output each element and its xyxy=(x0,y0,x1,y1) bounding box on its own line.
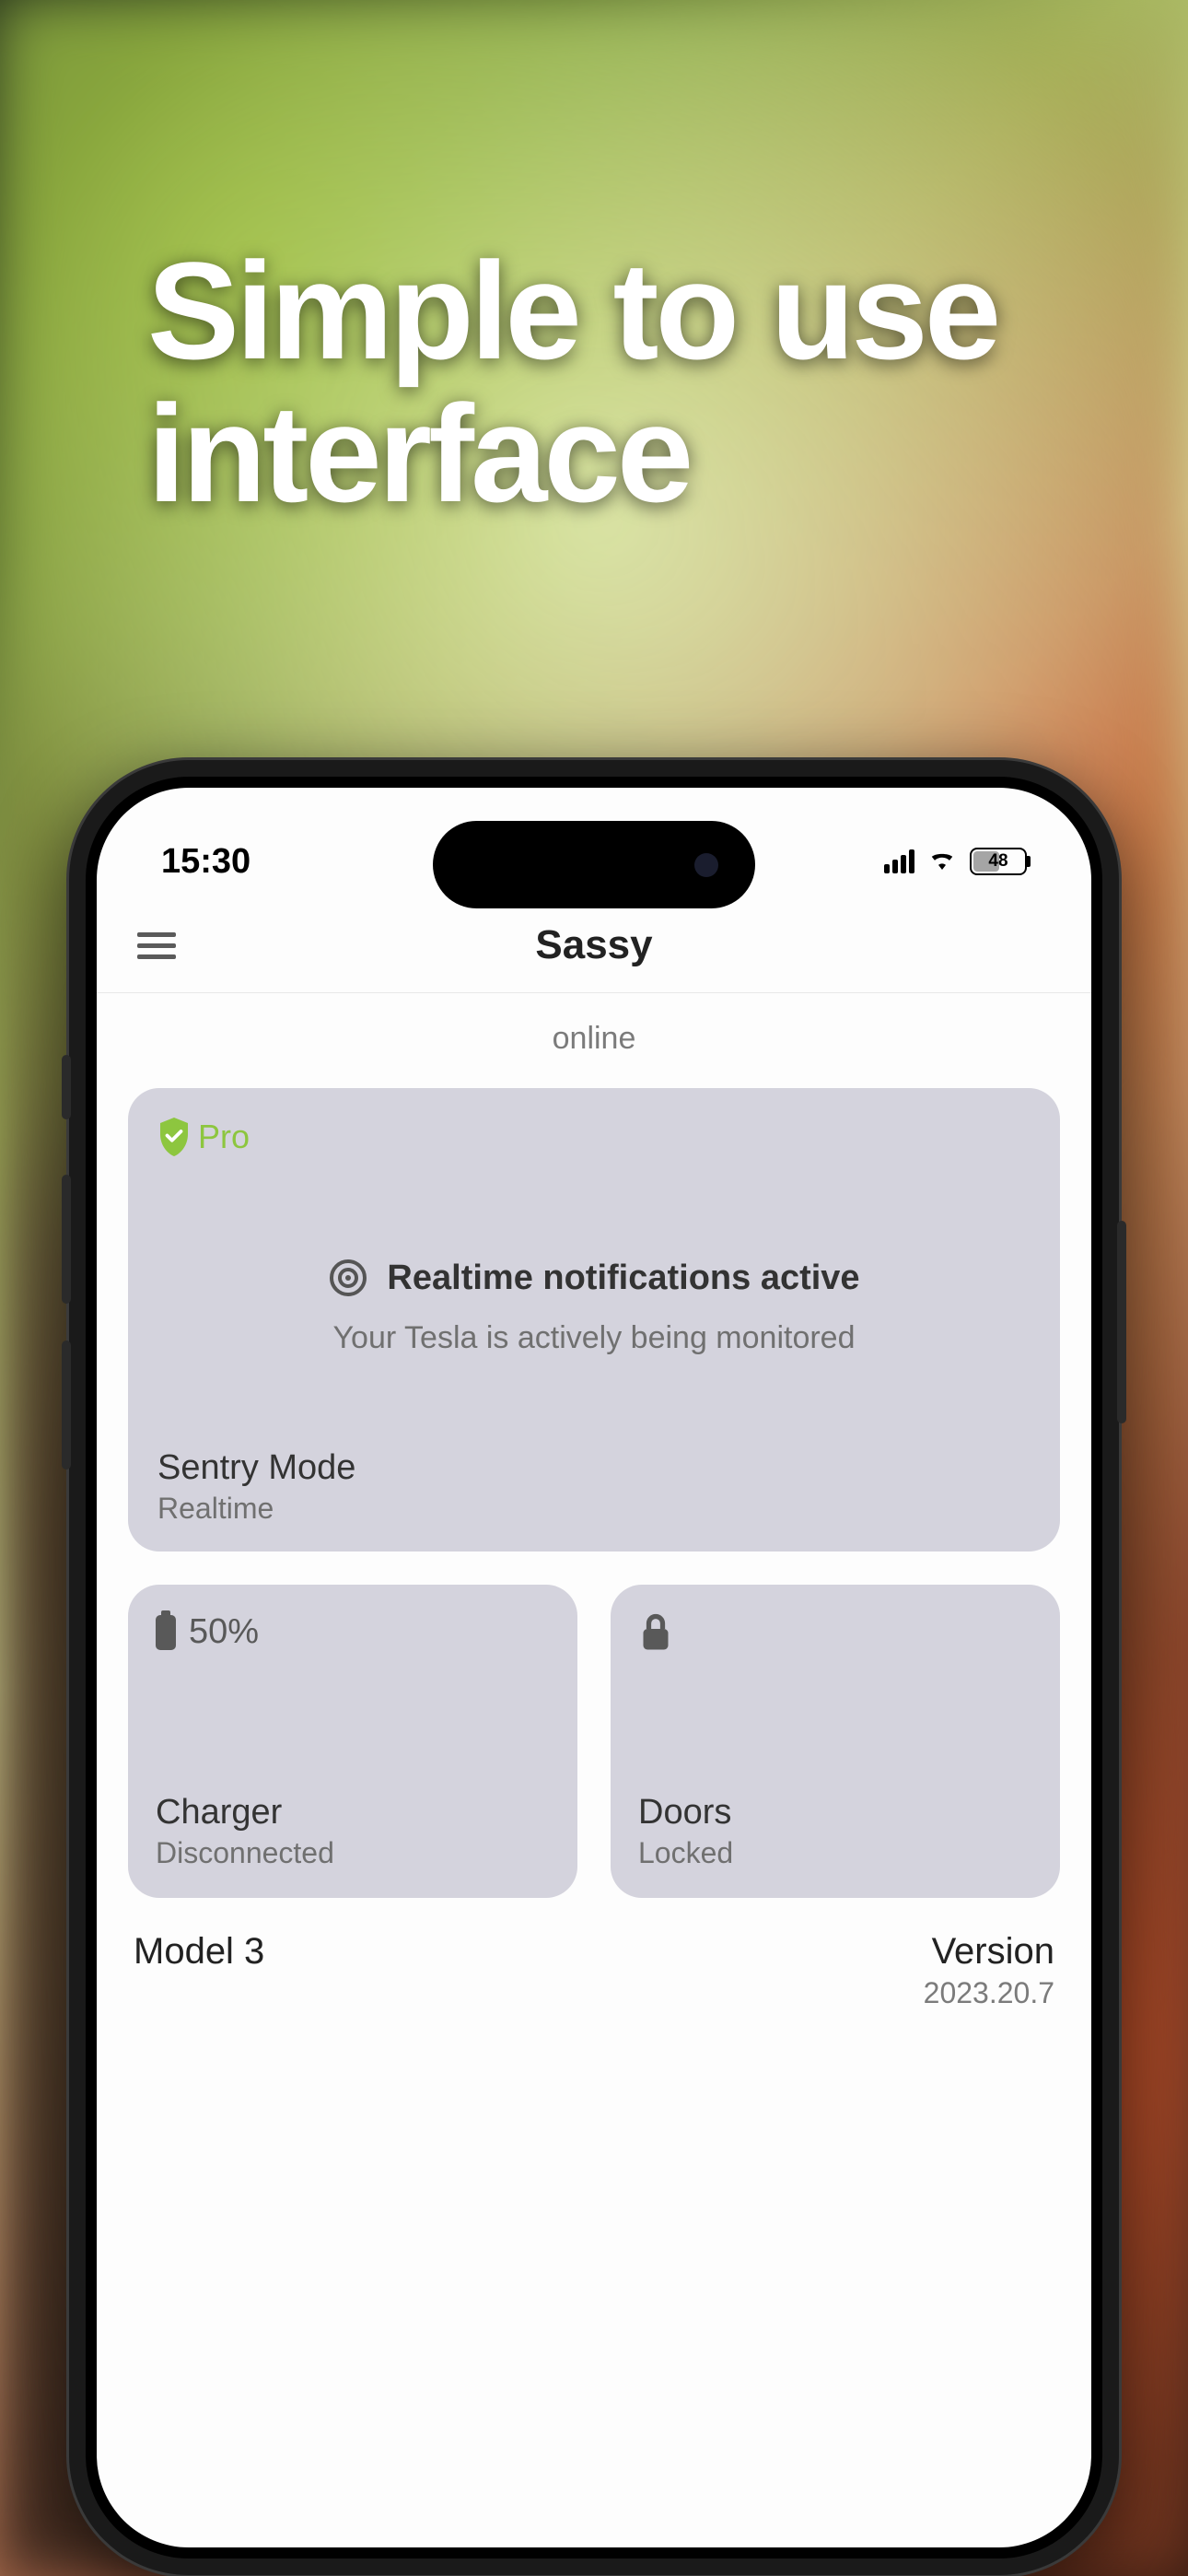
phone-volume-down xyxy=(62,1341,71,1469)
wifi-icon xyxy=(927,847,957,876)
charger-status: Disconnected xyxy=(156,1836,550,1870)
menu-button[interactable] xyxy=(137,932,176,959)
doors-card[interactable]: Doors Locked xyxy=(611,1585,1060,1898)
dynamic-island xyxy=(433,821,755,908)
app-screen: 15:30 48 Sass xyxy=(97,788,1091,2547)
vehicle-status: online xyxy=(128,1021,1060,1057)
status-indicators: 48 xyxy=(884,847,1027,876)
phone-frame: 15:30 48 Sass xyxy=(69,760,1119,2575)
status-time: 15:30 xyxy=(161,842,250,882)
pro-badge: Pro xyxy=(157,1118,1031,1156)
battery-icon xyxy=(156,1615,176,1650)
app-header: Sassy xyxy=(97,898,1091,993)
vehicle-info-row: Model 3 Version 2023.20.7 xyxy=(128,1931,1060,2010)
battery-indicator: 48 xyxy=(970,848,1027,875)
phone-volume-up xyxy=(62,1175,71,1304)
notification-title: Realtime notifications active xyxy=(387,1259,859,1298)
headline-line-2: interface xyxy=(147,382,997,525)
pro-label: Pro xyxy=(198,1118,250,1156)
battery-pct: 48 xyxy=(988,851,1007,872)
doors-status: Locked xyxy=(638,1836,1032,1870)
sentry-mode-card[interactable]: Pro Realtime notifications active Your T… xyxy=(128,1088,1060,1551)
version-value: 2023.20.7 xyxy=(924,1976,1054,2010)
target-icon xyxy=(328,1258,368,1298)
phone-power-button xyxy=(1117,1221,1126,1423)
sentry-card-subtitle: Realtime xyxy=(157,1492,1031,1526)
sentry-card-title: Sentry Mode xyxy=(157,1448,1031,1488)
cellular-signal-icon xyxy=(884,849,914,873)
doors-card-title: Doors xyxy=(638,1793,1032,1832)
vehicle-model: Model 3 xyxy=(134,1931,264,1973)
app-title: Sassy xyxy=(535,922,652,968)
headline-line-1: Simple to use xyxy=(147,240,997,382)
notification-subtitle: Your Tesla is actively being monitored xyxy=(157,1320,1031,1356)
charger-card[interactable]: 50% Charger Disconnected xyxy=(128,1585,577,1898)
shield-check-icon xyxy=(157,1118,191,1156)
charger-card-title: Charger xyxy=(156,1793,550,1832)
battery-percentage: 50% xyxy=(189,1612,259,1652)
phone-side-button xyxy=(62,1055,71,1119)
marketing-headline: Simple to use interface xyxy=(147,240,997,524)
lock-icon xyxy=(638,1612,673,1651)
version-label: Version xyxy=(924,1931,1054,1973)
